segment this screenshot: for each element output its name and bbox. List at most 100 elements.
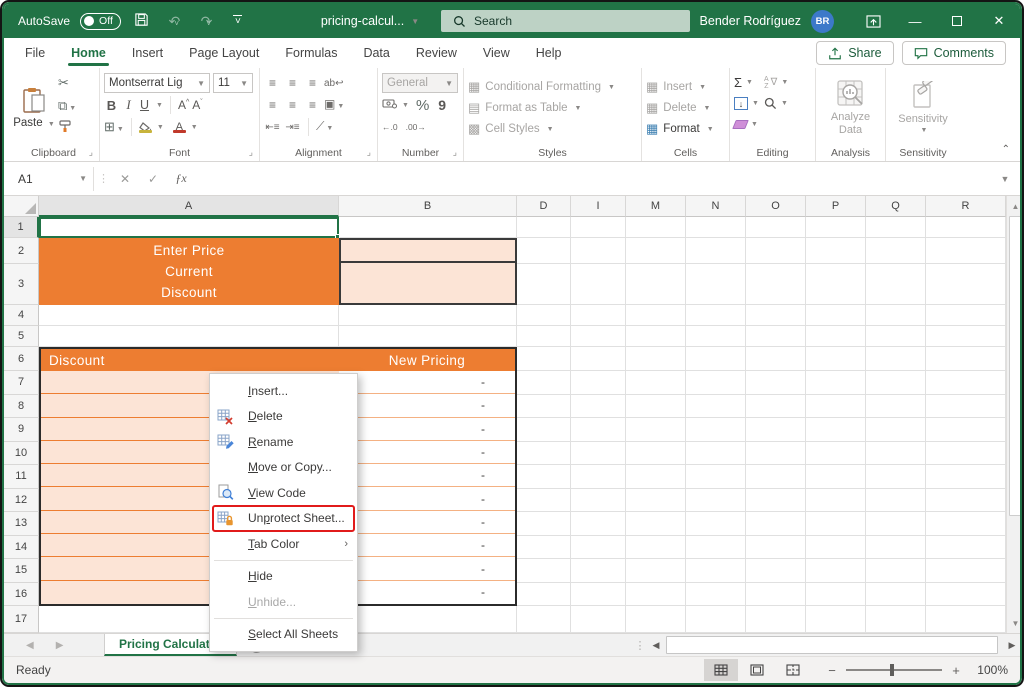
page-layout-view-icon[interactable]: [740, 659, 774, 681]
scroll-down-icon[interactable]: ▼: [1007, 613, 1020, 633]
row-header-3[interactable]: 3: [4, 264, 39, 305]
selected-cell-a1[interactable]: [39, 217, 339, 238]
row-header-8[interactable]: 8: [4, 395, 39, 419]
insert-cells-button[interactable]: ▦Insert▼: [646, 77, 725, 98]
format-as-table-button[interactable]: ▤Format as Table▼: [468, 98, 637, 119]
expand-formula-bar-icon[interactable]: ▼: [996, 174, 1014, 184]
column-header-i[interactable]: I: [571, 196, 626, 217]
bold-button[interactable]: B: [104, 98, 119, 113]
share-button[interactable]: Share: [816, 41, 893, 65]
format-painter-icon[interactable]: [58, 120, 76, 138]
tab-data[interactable]: Data: [350, 38, 402, 68]
format-cells-button[interactable]: ▦Format▼: [646, 119, 725, 140]
sheet-cells[interactable]: Enter PriceCurrentDiscount Discount New …: [39, 217, 1006, 633]
sort-filter-icon[interactable]: AZ∇▼: [764, 76, 794, 90]
analyze-data-button[interactable]: Analyze Data: [822, 72, 880, 144]
shrink-font-button[interactable]: Aˇ: [192, 98, 202, 112]
menu-item-insert[interactable]: Insert...: [210, 378, 357, 404]
menu-item-move-or-copy[interactable]: Move or Copy...: [210, 455, 357, 481]
column-header-q[interactable]: Q: [866, 196, 926, 217]
namebox-splitter[interactable]: ⋮: [98, 172, 109, 185]
new-pricing-cell[interactable]: -: [339, 534, 515, 557]
page-break-view-icon[interactable]: [776, 659, 810, 681]
autosum-button[interactable]: Σ▼: [734, 75, 764, 90]
number-format-select[interactable]: General▼: [382, 73, 458, 93]
conditional-formatting-button[interactable]: ▦Conditional Formatting▼: [468, 77, 637, 98]
enter-icon[interactable]: ✓: [141, 172, 165, 186]
row-header-1[interactable]: 1: [4, 217, 39, 238]
maximize-button[interactable]: [936, 4, 978, 38]
font-dialog-launcher-icon[interactable]: ⌟: [249, 147, 253, 158]
cell-styles-button[interactable]: ▩Cell Styles▼: [468, 119, 637, 140]
decrease-decimal-icon[interactable]: .00→: [406, 122, 426, 132]
new-pricing-cell[interactable]: -: [339, 581, 515, 604]
paste-button[interactable]: Paste ▼: [12, 72, 56, 144]
zoom-in-icon[interactable]: +: [950, 663, 962, 678]
row-header-6[interactable]: 6: [4, 347, 39, 371]
close-button[interactable]: ✕: [978, 4, 1020, 38]
row-header-13[interactable]: 13: [4, 512, 39, 536]
alignment-dialog-launcher-icon[interactable]: ⌟: [367, 147, 371, 158]
search-input[interactable]: Search: [441, 10, 690, 32]
sensitivity-button[interactable]: Sensitivity ▼: [894, 72, 952, 144]
row-header-14[interactable]: 14: [4, 536, 39, 560]
horizontal-scrollbar[interactable]: ◀ ▶: [648, 634, 1020, 656]
align-right-icon[interactable]: ≡: [304, 98, 321, 113]
clear-eraser-icon[interactable]: ▼: [734, 120, 764, 129]
cut-icon[interactable]: ✂: [58, 75, 76, 91]
align-bottom-icon[interactable]: ≡: [304, 73, 321, 93]
find-select-icon[interactable]: ▼: [764, 97, 794, 110]
row-header-11[interactable]: 11: [4, 465, 39, 489]
menu-item-hide[interactable]: Hide: [210, 564, 357, 590]
row-header-17[interactable]: 17: [4, 606, 39, 633]
autosave-toggle[interactable]: Off: [80, 13, 121, 30]
row-header-7[interactable]: 7: [4, 371, 39, 395]
clipboard-dialog-launcher-icon[interactable]: ⌟: [89, 147, 93, 158]
collapse-ribbon-icon[interactable]: ⌃: [1002, 144, 1010, 155]
column-header-o[interactable]: O: [746, 196, 806, 217]
font-name-select[interactable]: Montserrat Lig▼: [104, 73, 210, 93]
tab-insert[interactable]: Insert: [119, 38, 176, 68]
prev-sheet-icon[interactable]: ◀: [26, 640, 34, 651]
enter-price-label-cell[interactable]: Enter PriceCurrentDiscount: [39, 238, 339, 305]
orientation-icon[interactable]: ⟋▼: [316, 119, 333, 136]
align-center-icon[interactable]: ≡: [284, 98, 301, 113]
zoom-slider[interactable]: [846, 669, 942, 671]
copy-icon[interactable]: ⧉▼: [58, 98, 76, 114]
minimize-button[interactable]: —: [894, 4, 936, 38]
font-size-select[interactable]: 11▼: [213, 73, 253, 93]
redo-icon[interactable]: ↷˅: [195, 13, 217, 30]
row-header-15[interactable]: 15: [4, 559, 39, 583]
font-color-icon[interactable]: A: [173, 122, 186, 133]
wrap-text-icon[interactable]: ab↩: [324, 76, 341, 91]
number-dialog-launcher-icon[interactable]: ⌟: [453, 147, 457, 158]
align-left-icon[interactable]: ≡: [264, 98, 281, 113]
fill-color-icon[interactable]: [139, 122, 152, 133]
menu-item-delete[interactable]: Delete: [210, 404, 357, 430]
row-header-16[interactable]: 16: [4, 583, 39, 607]
row-header-2[interactable]: 2: [4, 238, 39, 264]
align-top-icon[interactable]: ≡: [264, 79, 281, 88]
price-input-cell[interactable]: [341, 240, 515, 263]
tab-help[interactable]: Help: [523, 38, 575, 68]
tab-file[interactable]: File: [12, 38, 58, 68]
horizontal-scroll-thumb[interactable]: [666, 636, 998, 654]
new-pricing-cell[interactable]: -: [339, 464, 515, 487]
new-pricing-cell[interactable]: -: [339, 418, 515, 441]
new-pricing-cell[interactable]: -: [339, 511, 515, 534]
user-name[interactable]: Bender Rodríguez: [700, 14, 801, 28]
percent-style-icon[interactable]: %: [416, 97, 429, 114]
select-all-corner[interactable]: [4, 196, 39, 217]
italic-button[interactable]: I: [122, 97, 135, 113]
ribbon-display-options-icon[interactable]: [852, 4, 894, 38]
row-header-9[interactable]: 9: [4, 418, 39, 442]
column-header-r[interactable]: R: [926, 196, 1006, 217]
cancel-icon[interactable]: ✕: [113, 172, 137, 186]
scroll-left-icon[interactable]: ◀: [648, 634, 664, 656]
row-header-10[interactable]: 10: [4, 442, 39, 466]
tab-scroll-splitter[interactable]: ⋮: [632, 634, 648, 656]
menu-item-view-code[interactable]: View Code: [210, 480, 357, 506]
new-pricing-cell[interactable]: -: [339, 487, 515, 510]
column-header-b[interactable]: B: [339, 196, 517, 217]
column-header-m[interactable]: M: [626, 196, 686, 217]
